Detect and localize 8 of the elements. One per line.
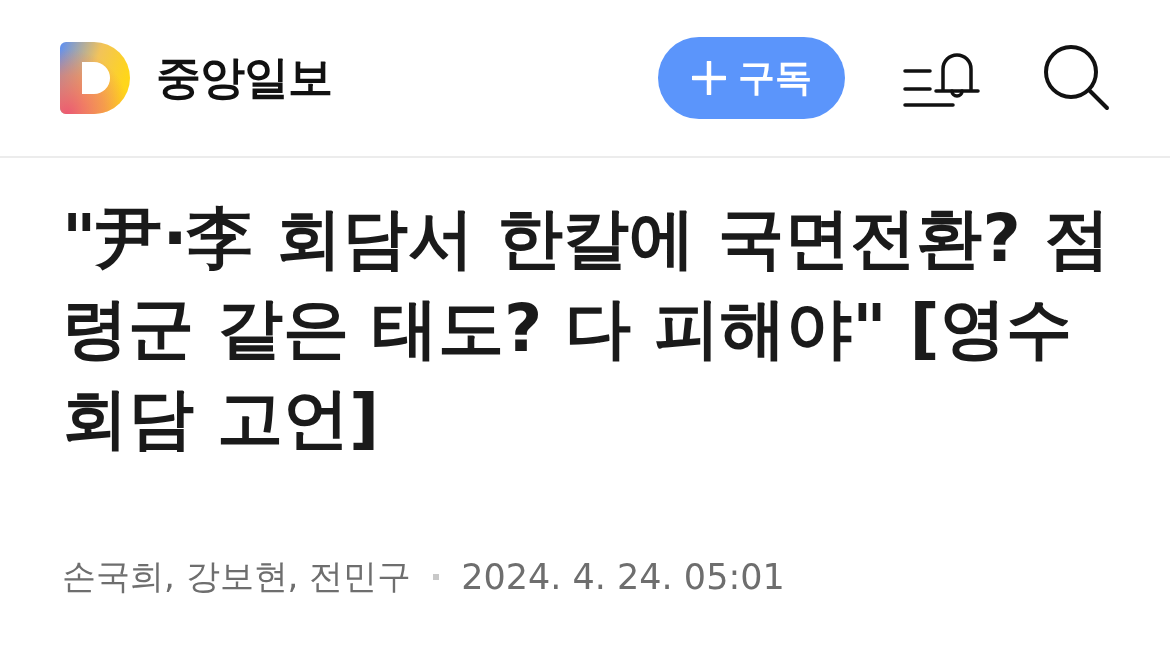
plus-icon (691, 61, 726, 95)
article-headline: "尹·李 회담서 한칼에 국면전환? 점령군 같은 태도? 다 피해야" [영수회담 고언] (62, 199, 1111, 459)
article-authors: 손국희, 강보현, 전민구 (62, 555, 412, 598)
article-date: 2024. 4. 24. 05:01 (461, 557, 785, 597)
search-icon (1044, 45, 1110, 111)
subscribe-button[interactable]: 구독 (658, 37, 845, 119)
search-button[interactable] (1044, 45, 1110, 111)
brand-name: 중앙일보 (156, 50, 332, 106)
